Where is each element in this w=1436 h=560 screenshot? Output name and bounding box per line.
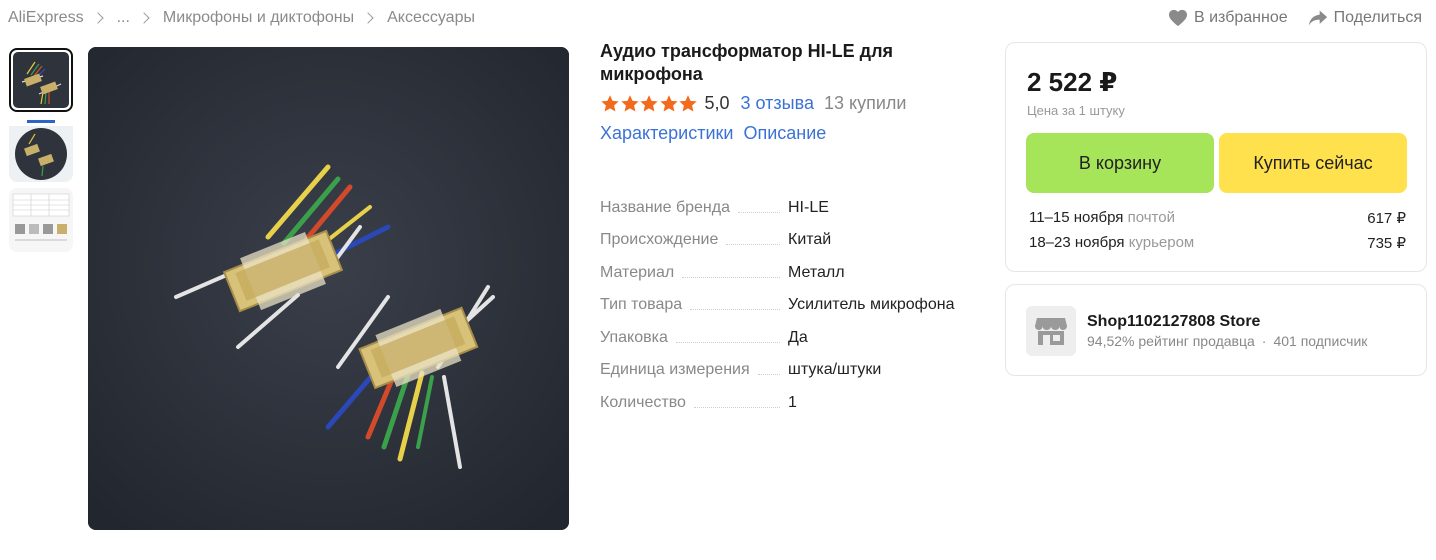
- spec-dots: [737, 211, 780, 213]
- spec-value: HI-LE: [788, 198, 829, 216]
- rating-stars: [600, 94, 698, 114]
- thumbnail-3[interactable]: [9, 188, 73, 252]
- spec-value: Китай: [788, 231, 832, 248]
- spec-name: Тип товара: [600, 296, 788, 314]
- spec-name: Происхождение: [600, 231, 788, 249]
- shipping-price: 617 ₽: [1367, 210, 1406, 227]
- description-link[interactable]: Описание: [743, 123, 826, 144]
- shipping-date: 11–15 ноября: [1029, 209, 1124, 226]
- section-links: Характеристики Описание: [600, 123, 980, 144]
- spec-value: 1: [788, 393, 797, 411]
- shipping-option: 18–23 ноября курьером 735 ₽: [1029, 234, 1406, 252]
- thumbnail-1[interactable]: [9, 48, 73, 112]
- spec-dots: [757, 374, 780, 375]
- share-label: Поделиться: [1333, 9, 1422, 26]
- add-to-cart-button[interactable]: В корзину: [1026, 133, 1214, 193]
- chevron-right-icon: [91, 12, 104, 24]
- store-subscribers: 401 подписчик: [1273, 333, 1368, 349]
- product-title: Аудио трансформатор HI-LE для микрофона: [600, 41, 894, 84]
- thumbnail-2[interactable]: [9, 118, 73, 182]
- reviews-link[interactable]: 3 отзыва: [741, 93, 814, 114]
- store-icon: [1035, 318, 1067, 345]
- thumbnail-list: [9, 48, 75, 258]
- store-rating: 94,52% рейтинг продавца: [1087, 333, 1255, 349]
- spec-row: Материал Металл: [600, 249, 980, 282]
- breadcrumb-accessories[interactable]: Аксессуары: [387, 9, 475, 27]
- favorite-button[interactable]: В избранное: [1168, 9, 1288, 27]
- chevron-right-icon: [362, 12, 374, 24]
- breadcrumb-microphones[interactable]: Микрофоны и диктофоны: [163, 9, 354, 27]
- spec-row: Единица измерения штука/штуки: [600, 347, 980, 380]
- main-product-image[interactable]: [88, 47, 569, 530]
- star-icon: [659, 94, 678, 111]
- buy-now-button[interactable]: Купить сейчас: [1219, 133, 1407, 193]
- star-icon: [640, 94, 658, 111]
- characteristics-link[interactable]: Характеристики: [600, 123, 733, 144]
- meta-separator: ·: [1261, 333, 1267, 349]
- spec-row: Название бренда HI-LE: [600, 184, 980, 217]
- spec-value: Да: [788, 328, 808, 346]
- rating-row: 5,0 3 отзыва 13 купили: [600, 93, 980, 114]
- spec-dots: [675, 341, 780, 343]
- spec-dots: [690, 309, 780, 310]
- price: 2 522 ₽: [1027, 67, 1118, 97]
- shipping-method: курьером: [1128, 234, 1195, 251]
- chevron-right-icon: [138, 12, 150, 24]
- buy-card: 2 522 ₽ Цена за 1 штуку В корзину Купить…: [1005, 42, 1427, 272]
- spec-row: Упаковка Да: [600, 314, 980, 347]
- spec-sheet-thumbnail: [9, 188, 73, 252]
- shipping-price: 735 ₽: [1367, 235, 1406, 252]
- shipping-method: почтой: [1127, 209, 1175, 226]
- favorite-label: В избранное: [1194, 9, 1288, 26]
- spec-name: Количество: [600, 394, 788, 412]
- spec-value: штука/штуки: [788, 361, 882, 378]
- product-info: Аудио трансформатор HI-LE для микрофона …: [600, 40, 980, 412]
- spec-dots: [682, 276, 780, 278]
- product-photo-thumbnail: [13, 52, 69, 108]
- price-note: Цена за 1 штуку: [1027, 103, 1125, 118]
- store-name: Shop1102127808 Store: [1087, 313, 1261, 330]
- breadcrumb: AliExpress ... Микрофоны и диктофоны Акс…: [8, 9, 475, 27]
- spec-value: Металл: [788, 263, 845, 281]
- product-photo: [88, 47, 569, 530]
- bought-count: 13 купили: [823, 93, 907, 113]
- spec-value: Усилитель микрофона: [788, 296, 955, 313]
- star-icon: [601, 94, 619, 111]
- shipping-date: 18–23 ноября: [1029, 234, 1125, 251]
- spec-name: Упаковка: [600, 329, 788, 347]
- star-icon: [620, 94, 639, 111]
- spec-dots: [726, 244, 780, 245]
- breadcrumb-ellipsis[interactable]: ...: [117, 9, 130, 27]
- share-icon: [1308, 10, 1327, 26]
- spec-name: Название бренда: [600, 199, 788, 217]
- spec-dots: [693, 406, 780, 408]
- top-actions: В избранное Поделиться: [1148, 9, 1422, 27]
- spec-list: Название бренда HI-LE Происхождение Китай Ма…: [600, 184, 980, 412]
- share-button[interactable]: Поделиться: [1308, 9, 1422, 27]
- spec-row: Количество 1: [600, 379, 980, 412]
- shipping-option: 11–15 ноября почтой 617 ₽: [1029, 209, 1406, 227]
- store-card[interactable]: Shop1102127808 Store 94,52% рейтинг прод…: [1005, 284, 1427, 376]
- rating-value: 5,0: [704, 93, 730, 113]
- heart-icon: [1169, 9, 1187, 27]
- star-icon: [679, 94, 697, 111]
- store-logo: [1026, 306, 1076, 356]
- spec-row: Тип товара Усилитель микрофона: [600, 282, 980, 315]
- breadcrumb-aliexpress[interactable]: AliExpress: [8, 9, 84, 27]
- spec-name: Материал: [600, 264, 788, 282]
- spec-name: Единица измерения: [600, 361, 788, 379]
- product-photo-thumbnail: [9, 118, 73, 182]
- spec-row: Происхождение Китай: [600, 217, 980, 250]
- store-meta: 94,52% рейтинг продавца · 401 подписчик: [1087, 333, 1367, 349]
